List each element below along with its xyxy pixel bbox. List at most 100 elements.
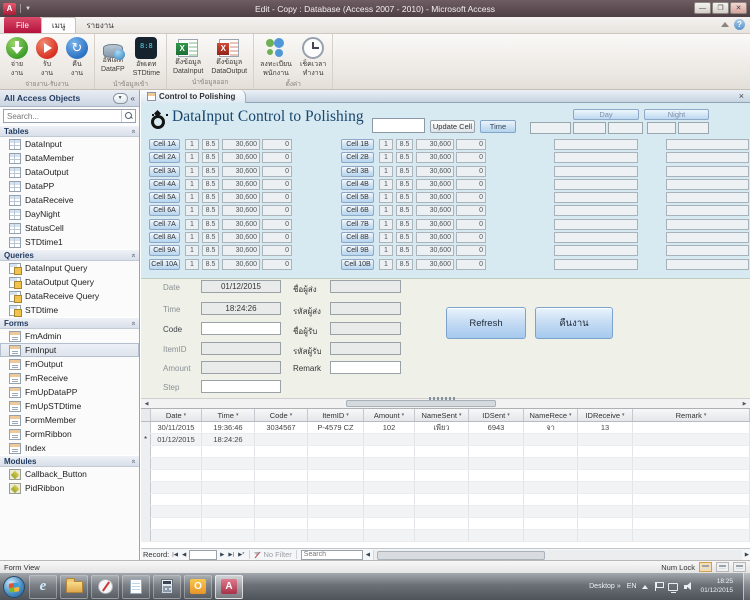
row-selector[interactable]	[141, 422, 151, 433]
datasheet-view-icon[interactable]	[716, 562, 729, 572]
sidebar-item-fmupstdtime[interactable]: FmUpSTDtime	[0, 399, 139, 413]
nav-pane-header[interactable]: All Access Objects ▼ «	[0, 90, 139, 107]
sidebar-item-fminput[interactable]: FmInput	[0, 343, 139, 357]
ribbon-tab-เมนู[interactable]: เมนู	[41, 17, 76, 33]
taskbar-notepad-icon[interactable]	[122, 575, 150, 599]
sidebar-item-formmember[interactable]: FormMember	[0, 413, 139, 427]
last-record-icon[interactable]: ▶|	[227, 550, 235, 560]
column-header-itemid[interactable]: ItemID▾	[308, 409, 364, 421]
show-hidden-icons-icon[interactable]	[642, 585, 648, 589]
splitter-handle[interactable]	[429, 397, 455, 400]
ribbon-tab-รายงาน[interactable]: รายงาน	[76, 17, 123, 33]
cell-button-cell-10b[interactable]: Cell 10B	[341, 259, 374, 270]
form-view-icon[interactable]	[699, 562, 712, 572]
previous-record-icon[interactable]: ◀	[181, 550, 187, 560]
ribbon-tab-file[interactable]: File	[4, 17, 41, 33]
ribbon-button-รับ-งาน[interactable]: รับงาน	[33, 36, 61, 78]
sidebar-item-dataoutput-query[interactable]: DataOutput Query	[0, 275, 139, 289]
new-record-icon[interactable]: ▶*	[237, 550, 245, 560]
scroll-right-icon[interactable]: ▶	[739, 400, 750, 408]
sidebar-item-statuscell[interactable]: StatusCell	[0, 221, 139, 235]
ribbon-button-อัพเดท-datafp[interactable]: อัพเดทDataFP	[98, 36, 128, 74]
desktop-toolbar[interactable]: Desktop »	[589, 583, 621, 590]
cell-button-cell-9a[interactable]: Cell 9A	[149, 245, 180, 256]
cell-button-cell-7a[interactable]: Cell 7A	[149, 219, 180, 230]
sidebar-item-datamember[interactable]: DataMember	[0, 151, 139, 165]
cell-button-cell-3a[interactable]: Cell 3A	[149, 166, 180, 177]
column-header-idsent[interactable]: IDSent▾	[469, 409, 524, 421]
scroll-left-icon[interactable]: ◀	[141, 400, 152, 408]
minimize-ribbon-icon[interactable]	[721, 22, 729, 27]
sidebar-item-stdtime[interactable]: STDtime	[0, 303, 139, 317]
column-header-amount[interactable]: Amount▾	[364, 409, 415, 421]
night-button[interactable]: Night	[644, 109, 709, 120]
column-header-idreceive[interactable]: IDReceive▾	[578, 409, 633, 421]
show-desktop-button[interactable]	[743, 573, 750, 600]
help-icon[interactable]: ?	[734, 19, 745, 30]
ribbon-button-จ่าย-งาน[interactable]: จ่ายงาน	[3, 36, 31, 78]
sidebar-item-dataoutput[interactable]: DataOutput	[0, 165, 139, 179]
cell-button-cell-5b[interactable]: Cell 5B	[341, 192, 374, 203]
cell-button-cell-6b[interactable]: Cell 6B	[341, 205, 374, 216]
row-selector[interactable]	[141, 506, 151, 517]
column-header-namesent[interactable]: NameSent▾	[415, 409, 469, 421]
time-button[interactable]: Time	[480, 120, 516, 133]
sidebar-item-fmadmin[interactable]: FmAdmin	[0, 329, 139, 343]
return-work-button[interactable]: คืนงาน	[535, 307, 613, 339]
cell-button-cell-5a[interactable]: Cell 5A	[149, 192, 180, 203]
cell-button-cell-10a[interactable]: Cell 10A	[149, 259, 180, 270]
ribbon-button-ดึงข้อมูล-datainput[interactable]: ดึงข้อมูลDataInput	[170, 36, 206, 76]
sidebar-item-datainput-query[interactable]: DataInput Query	[0, 261, 139, 275]
nav-pane-menu-icon[interactable]: ▼	[113, 93, 128, 104]
cell-button-cell-2a[interactable]: Cell 2A	[149, 152, 180, 163]
ribbon-button-คืน-งาน[interactable]: คืนงาน	[63, 36, 91, 78]
sidebar-item-index[interactable]: Index	[0, 441, 139, 455]
sidebar-item-pidribbon[interactable]: PidRibbon	[0, 481, 139, 495]
nav-section-header-tables[interactable]: Tables«	[0, 125, 139, 137]
minimize-button[interactable]: —	[694, 2, 711, 14]
sidebar-item-daynight[interactable]: DayNight	[0, 207, 139, 221]
row-selector[interactable]	[141, 482, 151, 493]
sidebar-item-fmoutput[interactable]: FmOutput	[0, 357, 139, 371]
next-record-icon[interactable]: ▶	[219, 550, 225, 560]
datasheet-scroll-left-icon[interactable]: ◀	[365, 550, 371, 560]
tab-control-to-polishing[interactable]: Control to Polishing	[141, 90, 246, 103]
taskbar-outlook-icon[interactable]: O	[184, 575, 212, 599]
close-button[interactable]: ✕	[730, 2, 747, 14]
row-selector[interactable]: *	[141, 434, 151, 445]
clock[interactable]: 18:25 01/12/2015	[700, 578, 733, 596]
sidebar-item-datareceive[interactable]: DataReceive	[0, 193, 139, 207]
sidebar-item-fmreceive[interactable]: FmReceive	[0, 371, 139, 385]
sidebar-item-datainput[interactable]: DataInput	[0, 137, 139, 151]
nav-search-input[interactable]	[4, 112, 121, 121]
taskbar-explorer-icon[interactable]	[60, 575, 88, 599]
row-selector[interactable]	[141, 530, 151, 541]
action-center-icon[interactable]	[654, 582, 662, 591]
ribbon-button-ลงทะเบียน-พนักงาน[interactable]: ลงทะเบียนพนักงาน	[257, 36, 295, 78]
collapse-pane-icon[interactable]: «	[131, 94, 135, 103]
close-form-icon[interactable]: ×	[739, 92, 750, 101]
first-record-icon[interactable]: |◀	[171, 550, 179, 560]
sidebar-item-formribbon[interactable]: FormRibbon	[0, 427, 139, 441]
cell-button-cell-2b[interactable]: Cell 2B	[341, 152, 374, 163]
start-button[interactable]	[3, 576, 25, 598]
record-search-input[interactable]	[301, 550, 363, 560]
sidebar-item-callback-button[interactable]: Callback_Button	[0, 467, 139, 481]
cell-button-cell-1b[interactable]: Cell 1B	[341, 139, 374, 150]
cell-button-cell-3b[interactable]: Cell 3B	[341, 166, 374, 177]
row-selector[interactable]	[141, 518, 151, 529]
step-field[interactable]	[201, 380, 281, 393]
form-horizontal-scrollbar[interactable]: ◀ ▶	[141, 398, 750, 409]
datasheet-scroll-right-icon[interactable]: ▶	[744, 550, 750, 560]
nav-section-header-forms[interactable]: Forms«	[0, 317, 139, 329]
refresh-button[interactable]: Refresh	[446, 307, 526, 339]
cell-button-cell-9b[interactable]: Cell 9B	[341, 245, 374, 256]
nav-section-header-queries[interactable]: Queries«	[0, 249, 139, 261]
record-number-box[interactable]	[189, 550, 217, 560]
cell-button-cell-4b[interactable]: Cell 4B	[341, 179, 374, 190]
ribbon-button-ดึงข้อมูล-dataoutput[interactable]: ดึงข้อมูลDataOutput	[208, 36, 250, 76]
cell-button-cell-8b[interactable]: Cell 8B	[341, 232, 374, 243]
nav-section-header-modules[interactable]: Modules«	[0, 455, 139, 467]
volume-icon[interactable]	[684, 582, 694, 591]
row-selector[interactable]	[141, 494, 151, 505]
